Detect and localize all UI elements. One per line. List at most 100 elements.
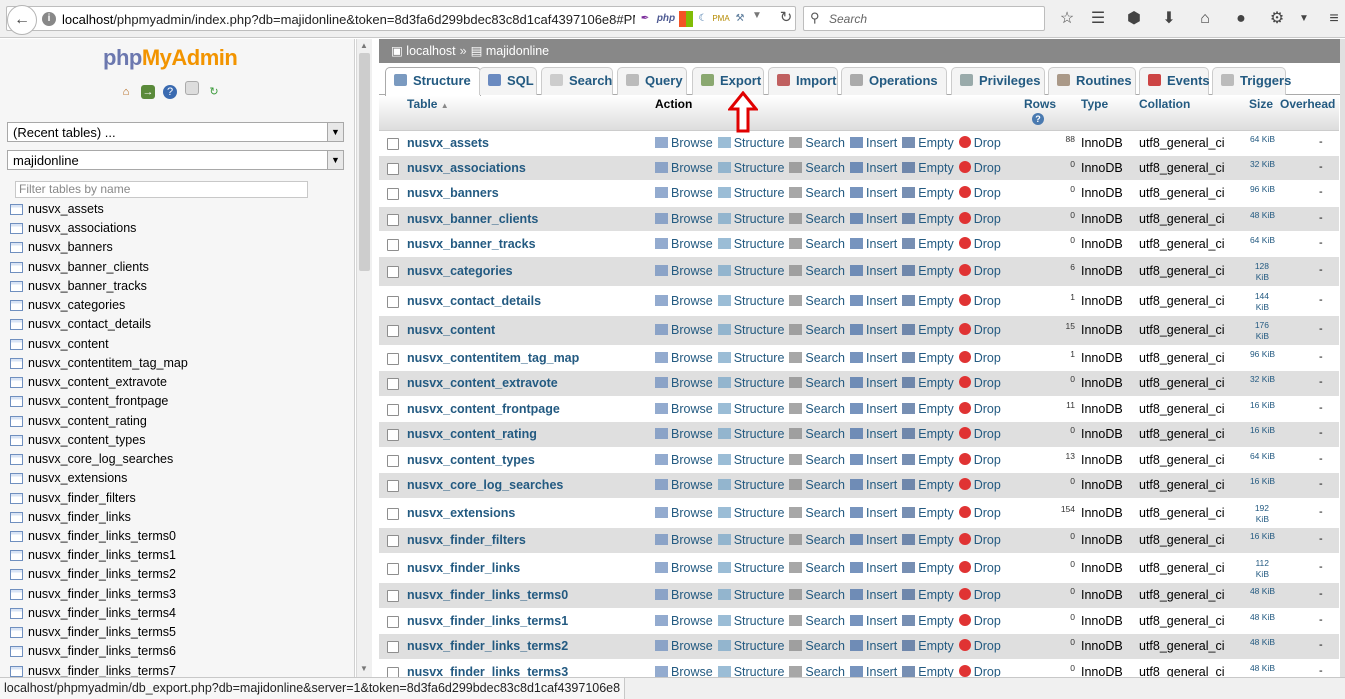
sidebar-table-item[interactable]: nusvx_contentitem_tag_map xyxy=(10,354,350,373)
sidebar-table-item[interactable]: nusvx_finder_links xyxy=(10,508,350,527)
sidebar-table-item[interactable]: nusvx_content_types xyxy=(10,431,350,450)
sidebar-table-item[interactable]: nusvx_finder_links_terms0 xyxy=(10,527,350,546)
table-name-link[interactable]: nusvx_associations xyxy=(407,161,526,175)
structure-action[interactable]: Structure xyxy=(717,212,784,226)
browse-action[interactable]: Browse xyxy=(655,237,713,251)
url-history-dropdown-icon[interactable]: ▼ xyxy=(752,10,762,21)
search-action[interactable]: Search xyxy=(789,237,845,251)
sidebar-table-label[interactable]: nusvx_finder_links_terms7 xyxy=(28,664,176,677)
structure-action[interactable]: Structure xyxy=(717,264,784,278)
structure-action[interactable]: Structure xyxy=(717,427,784,441)
scroll-thumb[interactable] xyxy=(359,53,370,271)
tab-search[interactable]: Search xyxy=(541,67,613,95)
sidebar-table-label[interactable]: nusvx_finder_links xyxy=(28,510,131,524)
drop-action[interactable]: Drop xyxy=(958,212,1001,226)
search-action[interactable]: Search xyxy=(789,212,845,226)
browse-action[interactable]: Browse xyxy=(655,351,713,365)
sidebar-table-label[interactable]: nusvx_banners xyxy=(28,240,113,254)
browse-action[interactable]: Browse xyxy=(655,533,713,547)
table-icon[interactable] xyxy=(10,665,23,677)
table-size-link[interactable]: 112 KiB xyxy=(1231,558,1269,580)
drop-action[interactable]: Drop xyxy=(958,186,1001,200)
structure-action[interactable]: Structure xyxy=(717,237,784,251)
sidebar-table-label[interactable]: nusvx_contact_details xyxy=(28,317,151,331)
empty-action[interactable]: Empty xyxy=(902,639,954,653)
search-action[interactable]: Search xyxy=(789,506,845,520)
drop-action[interactable]: Drop xyxy=(958,478,1001,492)
sidebar-table-label[interactable]: nusvx_content_rating xyxy=(28,414,147,428)
sidebar-table-label[interactable]: nusvx_categories xyxy=(28,298,125,312)
sidebar-table-label[interactable]: nusvx_content xyxy=(28,337,109,351)
sidebar-table-label[interactable]: nusvx_finder_links_terms6 xyxy=(28,644,176,658)
insert-action[interactable]: Insert xyxy=(850,376,897,390)
pocket-icon[interactable]: ⬢ xyxy=(1123,8,1145,30)
table-name-link[interactable]: nusvx_core_log_searches xyxy=(407,478,563,492)
sidebar-table-item[interactable]: nusvx_finder_links_terms4 xyxy=(10,604,350,623)
table-name-link[interactable]: nusvx_contentitem_tag_map xyxy=(407,351,579,365)
download-icon[interactable]: ⬇ xyxy=(1158,8,1180,30)
table-size-link[interactable]: 96 KiB xyxy=(1231,184,1275,195)
tab-privileges[interactable]: Privileges xyxy=(951,67,1045,95)
structure-action[interactable]: Structure xyxy=(717,376,784,390)
browse-action[interactable]: Browse xyxy=(655,212,713,226)
drop-action[interactable]: Drop xyxy=(958,614,1001,628)
insert-action[interactable]: Insert xyxy=(850,323,897,337)
empty-action[interactable]: Empty xyxy=(902,264,954,278)
drop-action[interactable]: Drop xyxy=(958,237,1001,251)
table-size-link[interactable]: 16 KiB xyxy=(1231,476,1275,487)
sidebar-table-label[interactable]: nusvx_finder_links_terms4 xyxy=(28,606,176,620)
search-action[interactable]: Search xyxy=(789,264,845,278)
table-size-link[interactable]: 48 KiB xyxy=(1231,637,1275,648)
table-name-link[interactable]: nusvx_content_frontpage xyxy=(407,402,560,416)
browse-action[interactable]: Browse xyxy=(655,186,713,200)
database-select[interactable]: majidonline ▼ xyxy=(7,150,344,170)
structure-action[interactable]: Structure xyxy=(717,186,784,200)
table-size-link[interactable]: 64 KiB xyxy=(1231,451,1275,462)
table-icon[interactable] xyxy=(10,319,23,331)
insert-action[interactable]: Insert xyxy=(850,639,897,653)
docs-icon[interactable] xyxy=(185,81,199,95)
search-action[interactable]: Search xyxy=(789,453,845,467)
table-name-link[interactable]: nusvx_finder_links_terms1 xyxy=(407,614,568,628)
table-icon[interactable] xyxy=(10,223,23,235)
browse-action[interactable]: Browse xyxy=(655,161,713,175)
sidebar-table-item[interactable]: nusvx_content_rating xyxy=(10,412,350,431)
table-size-link[interactable]: 128 KiB xyxy=(1231,261,1269,283)
drop-action[interactable]: Drop xyxy=(958,161,1001,175)
row-checkbox[interactable] xyxy=(387,378,399,390)
structure-action[interactable]: Structure xyxy=(717,561,784,575)
search-action[interactable]: Search xyxy=(789,588,845,602)
empty-action[interactable]: Empty xyxy=(902,237,954,251)
table-size-link[interactable]: 48 KiB xyxy=(1231,663,1275,674)
sidebar-table-item[interactable]: nusvx_banner_tracks xyxy=(10,277,350,296)
search-action[interactable]: Search xyxy=(789,376,845,390)
drop-action[interactable]: Drop xyxy=(958,561,1001,575)
structure-action[interactable]: Structure xyxy=(717,506,784,520)
structure-action[interactable]: Structure xyxy=(717,453,784,467)
row-checkbox[interactable] xyxy=(387,163,399,175)
browse-action[interactable]: Browse xyxy=(655,323,713,337)
tab-operations[interactable]: Operations xyxy=(841,67,947,95)
sidebar-table-item[interactable]: nusvx_finder_links_terms2 xyxy=(10,565,350,584)
drop-action[interactable]: Drop xyxy=(958,533,1001,547)
browse-action[interactable]: Browse xyxy=(655,506,713,520)
sidebar-table-label[interactable]: nusvx_finder_filters xyxy=(28,491,136,505)
empty-action[interactable]: Empty xyxy=(902,376,954,390)
phpmyadmin-logo[interactable]: phpMyAdmin xyxy=(103,45,238,71)
empty-action[interactable]: Empty xyxy=(902,351,954,365)
reading-list-icon[interactable]: ☰ xyxy=(1087,8,1109,30)
pma-addon-icon[interactable]: PMA xyxy=(712,11,730,27)
table-icon[interactable] xyxy=(10,550,23,562)
sidebar-table-label[interactable]: nusvx_core_log_searches xyxy=(28,452,173,466)
row-checkbox[interactable] xyxy=(387,535,399,547)
table-name-link[interactable]: nusvx_banner_tracks xyxy=(407,237,536,251)
insert-action[interactable]: Insert xyxy=(850,614,897,628)
back-arrow-icon[interactable]: ← xyxy=(7,5,37,35)
table-name-link[interactable]: nusvx_extensions xyxy=(407,506,515,520)
row-checkbox[interactable] xyxy=(387,590,399,602)
logout-icon[interactable]: → xyxy=(141,85,155,99)
table-size-link[interactable]: 32 KiB xyxy=(1231,159,1275,170)
filter-tables-input[interactable]: Filter tables by name xyxy=(15,181,308,198)
breadcrumb-database[interactable]: majidonline xyxy=(486,44,549,58)
sidebar-table-label[interactable]: nusvx_finder_links_terms3 xyxy=(28,587,176,601)
